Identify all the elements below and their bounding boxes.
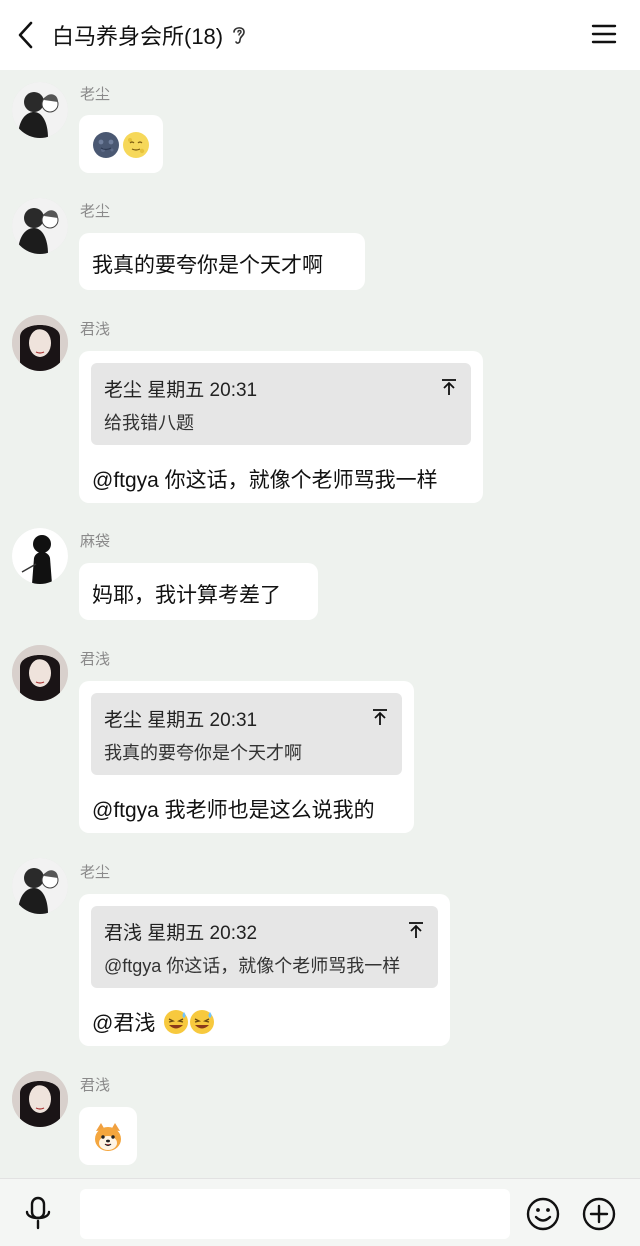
- avatar[interactable]: [12, 528, 68, 584]
- message-bubble[interactable]: 君浅 星期五 20:32 @ftgya 你这话，就像个老师骂我一样 @君浅: [79, 894, 450, 1046]
- quote-text: 我真的要夸你是个天才啊: [104, 743, 302, 763]
- back-button[interactable]: [0, 0, 52, 70]
- quoted-message[interactable]: 君浅 星期五 20:32 @ftgya 你这话，就像个老师骂我一样: [91, 906, 438, 988]
- message-bubble[interactable]: 老尘 星期五 20:31 给我错八题 @ftgya 你这话，就像个老师骂我一样: [79, 351, 483, 503]
- chevron-left-icon: [18, 21, 33, 49]
- quoted-message[interactable]: 老尘 星期五 20:31 给我错八题: [91, 363, 471, 445]
- avatar-long-hair-illustration: [12, 1071, 68, 1127]
- more-button[interactable]: [582, 1197, 616, 1231]
- message-text: @君浅: [92, 1012, 156, 1035]
- avatar-long-hair-illustration: [12, 645, 68, 701]
- emoji-button[interactable]: [526, 1197, 560, 1231]
- avatar[interactable]: [12, 82, 68, 138]
- shiba-dog-emoji: [95, 1123, 121, 1151]
- message-bubble[interactable]: [79, 115, 163, 173]
- voice-button[interactable]: [22, 1196, 54, 1230]
- jump-to-top-icon[interactable]: [439, 377, 459, 397]
- chat-header: 白马养身会所(18): [0, 0, 640, 70]
- avatar[interactable]: [12, 198, 68, 254]
- message-text: 我真的要夸你是个天才啊: [92, 254, 323, 277]
- avatar[interactable]: [12, 315, 68, 371]
- laughing-sweat-emoji: [164, 1010, 189, 1034]
- sender-name: 君浅: [80, 1077, 111, 1094]
- chat-title-text: 白马养身会所(18): [52, 24, 224, 49]
- avatar[interactable]: [12, 645, 68, 701]
- message-bubble[interactable]: 老尘 星期五 20:31 我真的要夸你是个天才啊 @ftgya 我老师也是这么说…: [79, 681, 414, 833]
- message-bubble[interactable]: [79, 1107, 137, 1165]
- message-text: 妈耶，我计算考差了: [92, 584, 281, 607]
- avatar-couple-illustration: [12, 82, 68, 138]
- quote-header: 君浅 星期五 20:32: [104, 923, 258, 944]
- sender-name: 老尘: [80, 864, 111, 881]
- laughing-sweat-emoji: [190, 1010, 215, 1034]
- input-bar: [0, 1178, 640, 1246]
- message-bubble[interactable]: 我真的要夸你是个天才啊: [79, 233, 365, 290]
- message-text: @ftgya 你这话，就像个老师骂我一样: [92, 469, 438, 492]
- avatar-long-hair-illustration: [12, 315, 68, 371]
- avatar-couple-illustration: [12, 198, 68, 254]
- microphone-icon: [25, 1196, 51, 1230]
- new-moon-face-emoji: [93, 132, 119, 158]
- smiley-icon: [526, 1197, 560, 1231]
- quote-text: 给我错八题: [104, 413, 194, 433]
- hamburger-menu-icon: [591, 24, 617, 44]
- avatar[interactable]: [12, 858, 68, 914]
- avatar[interactable]: [12, 1071, 68, 1127]
- message-input[interactable]: [80, 1189, 510, 1239]
- jump-to-top-icon[interactable]: [370, 707, 390, 727]
- ear-icon: [231, 24, 247, 46]
- plus-circle-icon: [582, 1197, 616, 1231]
- quoted-message[interactable]: 老尘 星期五 20:31 我真的要夸你是个天才啊: [91, 693, 402, 775]
- avatar-couple-illustration: [12, 858, 68, 914]
- avatar-silhouette-illustration: [12, 528, 68, 584]
- message-bubble[interactable]: 妈耶，我计算考差了: [79, 563, 318, 620]
- menu-button[interactable]: [590, 20, 618, 48]
- sender-name: 君浅: [80, 321, 111, 338]
- sender-name: 麻袋: [80, 533, 111, 550]
- chat-title: 白马养身会所(18): [52, 19, 247, 51]
- jump-to-top-icon[interactable]: [406, 920, 426, 940]
- message-content: @君浅: [92, 1007, 215, 1037]
- quote-header: 老尘 星期五 20:31: [104, 380, 258, 401]
- sender-name: 老尘: [80, 203, 111, 220]
- sender-name: 君浅: [80, 651, 111, 668]
- quote-header: 老尘 星期五 20:31: [104, 710, 258, 731]
- sender-name: 老尘: [80, 86, 111, 103]
- message-text: @ftgya 我老师也是这么说我的: [92, 799, 375, 822]
- quote-text: @ftgya 你这话，就像个老师骂我一样: [104, 956, 401, 976]
- full-moon-face-emoji: [123, 132, 149, 158]
